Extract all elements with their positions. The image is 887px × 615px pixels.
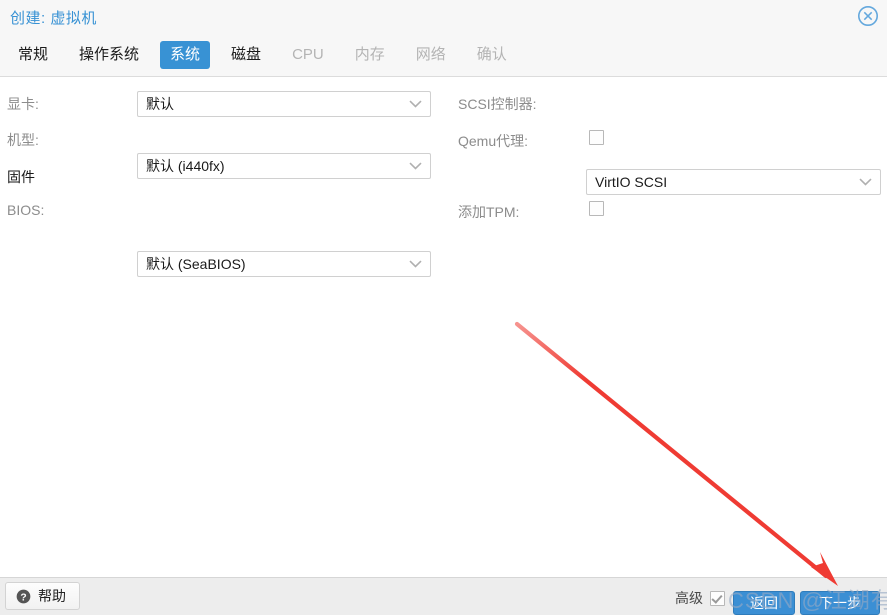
chevron-down-icon <box>409 100 422 109</box>
add-tpm-checkbox[interactable] <box>589 201 604 216</box>
machine-type-value: 默认 (i440fx) <box>146 158 225 174</box>
tab-memory: 内存 <box>354 45 385 63</box>
machine-type-select[interactable]: 默认 (i440fx) <box>137 153 431 179</box>
create-vm-dialog: 创建: 虚拟机 常规 操作系统 系统 磁盘 CPU 内存 网络 确认 显卡: 默… <box>0 0 887 615</box>
tab-general[interactable]: 常规 <box>8 41 58 69</box>
chevron-down-icon <box>859 178 872 187</box>
scsi-controller-label: SCSI控制器: <box>458 96 537 112</box>
graphics-card-label: 显卡: <box>7 96 39 112</box>
add-tpm-label-wrap: 添加TPM: <box>458 202 519 222</box>
add-tpm-label: 添加TPM: <box>458 204 520 220</box>
graphics-card-value: 默认 <box>146 96 174 112</box>
advanced-label: 高级 <box>675 590 703 606</box>
question-circle-icon: ? <box>16 589 31 604</box>
tab-network: 网络 <box>415 45 446 63</box>
tab-disks[interactable]: 磁盘 <box>221 41 271 69</box>
back-button[interactable]: 返回 <box>733 591 795 615</box>
firmware-section-wrap: 固件 <box>7 167 35 187</box>
advanced-option-group: 高级 <box>675 588 725 608</box>
bios-select[interactable]: 默认 (SeaBIOS) <box>137 251 431 277</box>
graphics-card-label-wrap: 显卡: <box>7 94 39 114</box>
firmware-section-header: 固件 <box>7 169 35 185</box>
close-icon[interactable] <box>857 5 879 27</box>
chevron-down-icon <box>409 260 422 269</box>
system-settings-form: 显卡: 默认 机型: 默认 (i440fx) 固件 BIOS: 默认 (SeaB… <box>0 77 887 577</box>
chevron-down-icon <box>409 162 422 171</box>
next-button[interactable]: 下一步 <box>800 591 880 615</box>
tab-system[interactable]: 系统 <box>160 40 211 69</box>
svg-text:?: ? <box>20 592 26 603</box>
qemu-agent-checkbox[interactable] <box>589 130 604 145</box>
scsi-controller-value: VirtIO SCSI <box>595 174 668 190</box>
scsi-controller-select[interactable]: VirtIO SCSI <box>586 169 881 195</box>
machine-type-label-wrap: 机型: <box>7 130 39 150</box>
bios-label: BIOS: <box>7 202 45 218</box>
tab-cpu: CPU <box>292 45 324 63</box>
help-button-label: 帮助 <box>38 588 66 604</box>
qemu-agent-label: Qemu代理: <box>458 133 529 149</box>
dialog-titlebar: 创建: 虚拟机 <box>0 0 887 33</box>
scsi-controller-label-wrap: SCSI控制器: <box>458 94 537 114</box>
bios-label-wrap: BIOS: <box>7 202 44 218</box>
page-title: 创建: 虚拟机 <box>10 10 97 27</box>
graphics-card-select[interactable]: 默认 <box>137 91 431 117</box>
qemu-agent-label-wrap: Qemu代理: <box>458 131 528 151</box>
wizard-tabbar: 常规 操作系统 系统 磁盘 CPU 内存 网络 确认 <box>0 33 887 77</box>
tab-confirm: 确认 <box>476 45 507 63</box>
help-button[interactable]: ? 帮助 <box>5 582 80 610</box>
machine-type-label: 机型: <box>7 132 39 148</box>
bios-value: 默认 (SeaBIOS) <box>146 256 246 272</box>
advanced-checkbox[interactable] <box>710 590 725 606</box>
tab-os[interactable]: 操作系统 <box>69 41 149 69</box>
